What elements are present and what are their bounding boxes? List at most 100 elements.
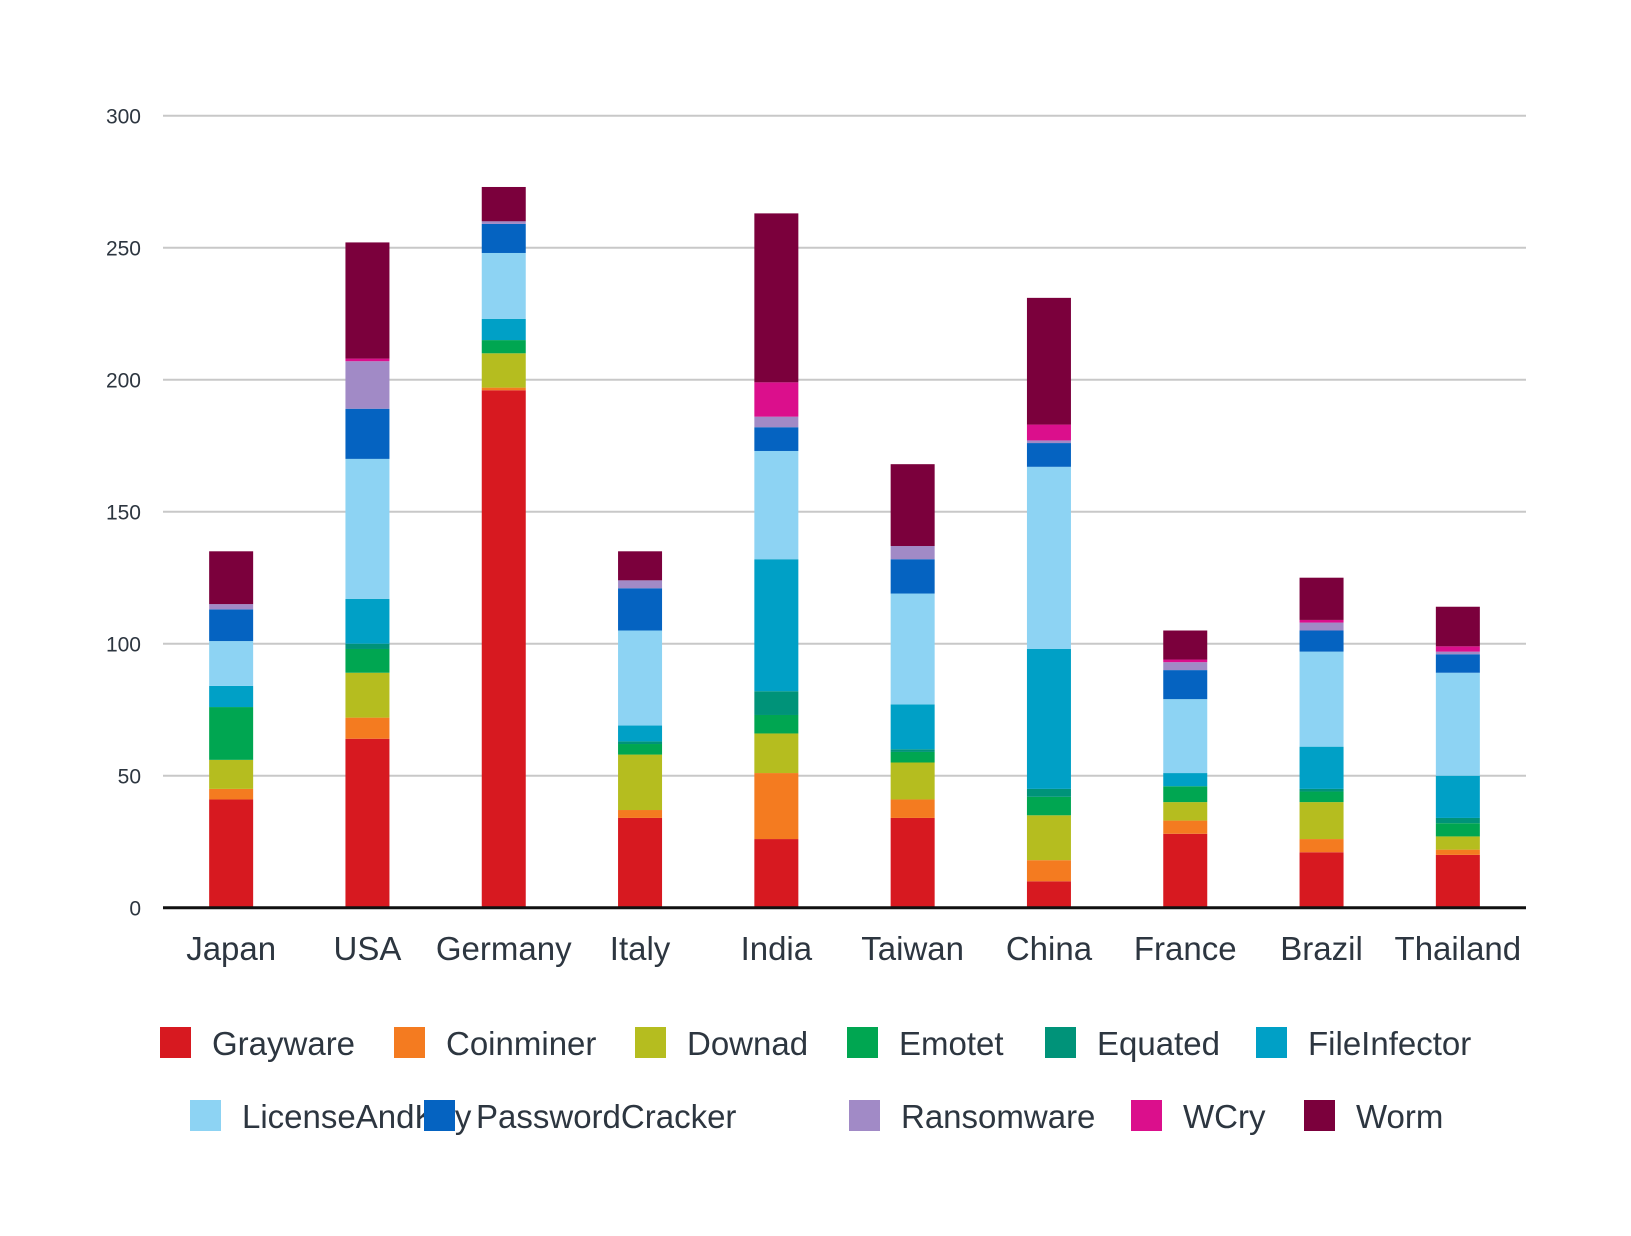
bar-stack-china [1026, 297, 1071, 908]
bar-segment-worm [618, 551, 663, 581]
bar-segment-downad [754, 733, 799, 774]
x-axis-labels: Japan USA Germany Italy India Taiwan China Fran… [186, 930, 1521, 967]
bar-segment-worm [1435, 606, 1480, 647]
bar-segment-downad [1026, 815, 1071, 861]
bar-segment-grayware [754, 839, 799, 908]
bar-stack-taiwan [890, 464, 935, 908]
bar-segment-fileinfector [481, 318, 526, 341]
legend-swatch [847, 1027, 878, 1058]
bar-segment-downad [209, 759, 254, 789]
legend-item-worm: Worm [1304, 1098, 1443, 1135]
legend-label: Equated [1097, 1025, 1220, 1062]
bar-segment-licenseandkey [1026, 466, 1071, 649]
bar-segment-licenseandkey [890, 593, 935, 705]
bar-segment-worm [345, 242, 390, 359]
bar-segment-wcry [1299, 619, 1344, 623]
bar-segment-wcry [1163, 659, 1208, 663]
legend-item-emotet: Emotet [847, 1025, 1004, 1062]
bar-segment-coinminer [1299, 839, 1344, 853]
bar-segment-downad [618, 754, 663, 811]
x-tick-label: India [741, 930, 813, 967]
bar-segment-wcry [754, 382, 799, 417]
bar-segment-emotet [481, 340, 526, 354]
legend: Grayware Coinminer Downad Emotet Equated File… [160, 1025, 1471, 1135]
bar-segment-ransomware [1026, 440, 1071, 444]
bar-stack-italy [618, 551, 663, 908]
bar-segment-coinminer [618, 810, 663, 818]
legend-item-coinminer: Coinminer [394, 1025, 596, 1062]
bar-segment-fileinfector [1026, 648, 1071, 789]
bar-segment-grayware [209, 799, 254, 908]
y-tick-label: 200 [106, 370, 141, 393]
bar-segment-fileinfector [1435, 775, 1480, 818]
bar-segment-emotet [618, 744, 663, 755]
bar-segment-grayware [481, 390, 526, 908]
legend-item-equated: Equated [1045, 1025, 1220, 1062]
legend-swatch [190, 1100, 221, 1131]
y-tick-label: 300 [106, 106, 141, 129]
bar-segment-licenseandkey [1163, 699, 1208, 774]
legend-label: PasswordCracker [476, 1098, 736, 1135]
bar-segment-passwordcracker [890, 559, 935, 594]
legend-swatch [394, 1027, 425, 1058]
bars [209, 186, 1480, 908]
bar-segment-licenseandkey [209, 641, 254, 686]
bar-segment-fileinfector [890, 704, 935, 750]
bar-segment-grayware [1026, 881, 1071, 908]
bar-stack-brazil [1299, 577, 1344, 908]
bar-segment-downad [1299, 802, 1344, 840]
legend-swatch [849, 1100, 880, 1131]
bar-segment-grayware [618, 817, 663, 908]
legend-swatch [424, 1100, 455, 1131]
bar-stack-germany [481, 186, 526, 908]
bar-segment-licenseandkey [481, 252, 526, 319]
bar-segment-passwordcracker [209, 609, 254, 642]
bar-segment-emotet [345, 648, 390, 673]
y-tick-label: 250 [106, 238, 141, 261]
legend-swatch [160, 1027, 191, 1058]
bar-segment-fileinfector [618, 725, 663, 742]
bar-segment-coinminer [754, 773, 799, 840]
legend-label: Ransomware [901, 1098, 1095, 1135]
bar-segment-ransomware [754, 416, 799, 428]
bar-segment-worm [209, 551, 254, 605]
y-tick-label: 0 [129, 898, 141, 921]
bar-segment-fileinfector [754, 559, 799, 692]
bar-segment-emotet [754, 714, 799, 734]
bar-segment-passwordcracker [754, 427, 799, 451]
bar-segment-equated [1026, 788, 1071, 797]
y-axis-ticks: 0 50 100 150 200 250 300 [106, 106, 141, 921]
bar-segment-worm [1299, 577, 1344, 620]
legend-item-downad: Downad [635, 1025, 808, 1062]
bar-segment-worm [890, 464, 935, 547]
x-tick-label: Germany [436, 930, 572, 967]
bar-segment-equated [754, 691, 799, 715]
y-tick-label: 100 [106, 634, 141, 657]
bar-segment-passwordcracker [618, 588, 663, 631]
bar-segment-coinminer [345, 717, 390, 739]
bar-segment-emotet [209, 707, 254, 760]
bar-segment-licenseandkey [618, 630, 663, 726]
x-tick-label: Taiwan [861, 930, 964, 967]
legend-label: Downad [687, 1025, 808, 1062]
bar-segment-equated [345, 643, 390, 649]
legend-label: FileInfector [1308, 1025, 1471, 1062]
bar-segment-passwordcracker [1299, 630, 1344, 652]
legend-item-ransomware: Ransomware [849, 1098, 1095, 1135]
bar-segment-grayware [890, 817, 935, 908]
bar-stack-usa [345, 242, 390, 908]
bar-segment-worm [1026, 297, 1071, 425]
legend-item-fileinfector: FileInfector [1256, 1025, 1471, 1062]
bar-segment-wcry [1026, 424, 1071, 441]
bar-segment-downad [481, 353, 526, 388]
bar-segment-fileinfector [1299, 746, 1344, 789]
bar-segment-passwordcracker [481, 223, 526, 253]
bar-segment-fileinfector [1163, 773, 1208, 787]
bar-stack-thailand [1435, 606, 1480, 908]
legend-swatch [1131, 1100, 1162, 1131]
bar-segment-coinminer [209, 788, 254, 800]
bar-stack-india [754, 213, 799, 908]
legend-label: Emotet [899, 1025, 1004, 1062]
bar-segment-grayware [345, 738, 390, 908]
legend-label: Worm [1356, 1098, 1443, 1135]
